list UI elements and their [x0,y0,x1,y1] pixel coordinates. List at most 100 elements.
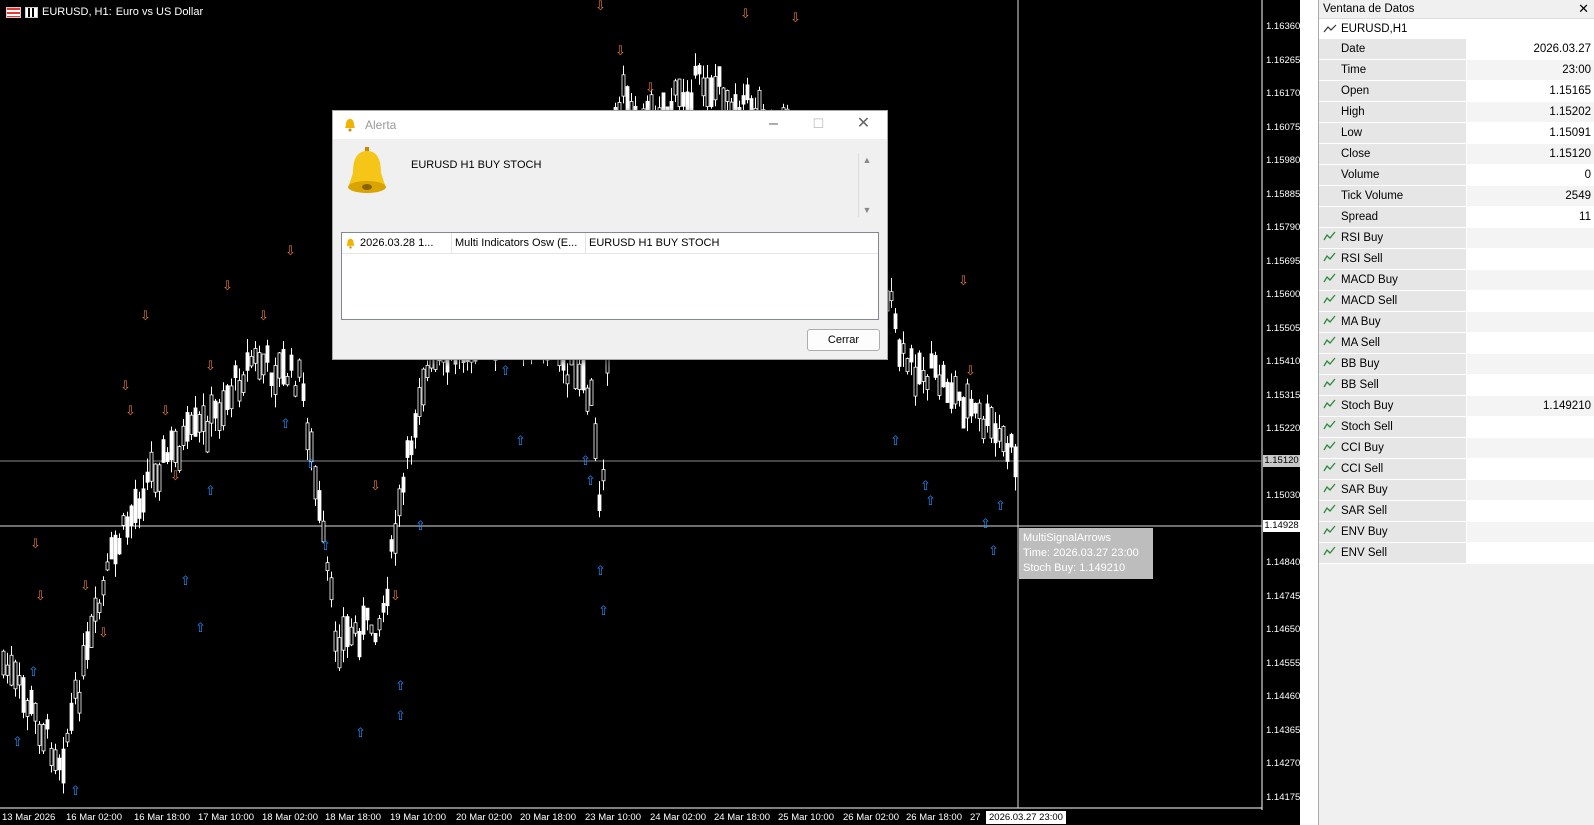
candle-body [593,423,598,460]
indicator-icon [1323,483,1336,493]
candle-body [249,356,254,367]
candle-body [601,469,606,482]
candle-body [397,488,402,517]
candle-body [941,364,946,388]
candle-body [381,603,386,613]
time-tick-label: 24 Mar 02:00 [650,812,706,823]
data-row-value [1467,459,1594,479]
candle-body [581,360,586,391]
data-row-value: 1.15202 [1467,102,1594,122]
candle-body [357,631,362,658]
data-row: MACD Buy [1319,270,1594,291]
candle-body [717,66,722,87]
candle-body [233,365,238,378]
buy-signal-arrow: ⇧ [925,494,936,509]
candle-body [45,719,50,730]
data-row-value [1467,333,1594,353]
price-axis[interactable]: 1.16360 1.16265 1.16170 1.16075 1.15980 1.158… [1262,0,1300,810]
data-row: Open 1.15165 [1319,81,1594,102]
dialog-titlebar[interactable]: Alerta – ☐ ✕ [333,111,887,139]
sell-signal-arrow: ⇩ [140,309,151,324]
data-row: Close 1.15120 [1319,144,1594,165]
price-tick-label: 1.14175 [1266,791,1300,803]
buy-signal-arrow: ⇧ [205,484,216,499]
candle-body [993,423,998,444]
data-row: Date 2026.03.27 [1319,39,1594,60]
candle-body [101,580,106,596]
price-tick-label: 1.16265 [1266,54,1300,66]
candle-body [413,413,418,438]
candle-body [349,626,354,646]
close-icon[interactable]: ✕ [841,111,886,139]
data-row-value: 2549 [1467,186,1594,206]
candle-body [37,723,42,746]
alert-dialog[interactable]: Alerta – ☐ ✕ EURUSD H1 BUY STOCH ▲ ▼ 202… [332,110,888,360]
sell-signal-arrow: ⇩ [740,7,751,22]
candle-body [697,65,702,75]
candle-body [29,689,34,715]
indicator-icon [1323,525,1336,535]
sell-signal-arrow: ⇩ [80,579,91,594]
data-row: MACD Sell [1319,291,1594,312]
data-row-value: 1.149210 [1467,396,1594,416]
candle-body [417,387,422,417]
minimize-button[interactable]: – [751,111,796,139]
candle-body [57,757,62,771]
data-row-name: MA Buy [1341,316,1381,328]
sell-signal-arrow: ⇩ [125,404,136,419]
candle-body [149,451,154,482]
data-window[interactable]: Ventana de Datos ✕ EURUSD,H1 Date 2026.03… [1318,0,1594,825]
data-row-value [1467,375,1594,395]
alert-row[interactable]: 2026.03.28 1... Multi Indicators Osw (E.… [342,233,878,254]
candle-body [17,675,22,686]
scroll-up-icon[interactable]: ▲ [859,155,875,165]
alert-history-list[interactable]: 2026.03.28 1... Multi Indicators Osw (E.… [341,232,879,320]
price-tick-label: 1.14650 [1266,624,1300,635]
maximize-button[interactable]: ☐ [796,111,841,139]
candle-body [9,654,14,686]
data-window-header[interactable]: Ventana de Datos ✕ [1319,0,1594,19]
candle-body [277,352,282,379]
indicator-icon [1323,315,1336,325]
candle-body [725,90,730,102]
bell-icon [345,119,355,132]
candle-body [41,724,46,752]
sell-signal-arrow: ⇩ [285,244,296,259]
buy-signal-arrow: ⇧ [180,574,191,589]
sell-signal-arrow: ⇩ [160,404,171,419]
candle-body [317,490,322,521]
current-price-tag: 1.15120 [1263,455,1300,467]
buy-signal-arrow: ⇧ [580,454,591,469]
sell-signal-arrow: ⇩ [370,479,381,494]
candle-body [213,400,218,419]
scroll-down-icon[interactable]: ▼ [859,205,875,215]
data-row-name: Low [1341,127,1363,139]
buy-signal-arrow: ⇧ [28,665,39,680]
time-axis[interactable]: 27 26 Mar 18:00 26 Mar 02:00 25 Mar 10:00 24… [0,808,1262,825]
candle-body [1001,426,1006,453]
candle-body [393,523,398,554]
candle-body [341,616,346,651]
candle-body [389,539,394,552]
candle-body [281,349,286,385]
candle-body [261,353,266,376]
candle-body [297,359,302,378]
buy-signal-arrow: ⇧ [320,539,331,554]
close-button[interactable]: Cerrar [807,329,880,351]
data-row: MA Sell [1319,333,1594,354]
data-row: RSI Sell [1319,249,1594,270]
data-row: Volume 0 [1319,165,1594,186]
candle-body [69,702,74,731]
data-row-name: Open [1341,85,1370,97]
candle-body [677,78,682,107]
close-icon[interactable]: ✕ [1578,0,1589,18]
candle-body [97,602,102,613]
crosshair-tooltip: MultiSignalArrows Time: 2026.03.27 23:00… [1019,528,1153,579]
candle-body [969,398,974,417]
message-scrollbar[interactable]: ▲ ▼ [858,153,875,217]
data-row: High 1.15202 [1319,102,1594,123]
chart-type-icon[interactable] [25,6,38,18]
candle-body [589,379,594,406]
candle-body [245,352,250,371]
buy-signal-arrow: ⇧ [305,457,316,472]
